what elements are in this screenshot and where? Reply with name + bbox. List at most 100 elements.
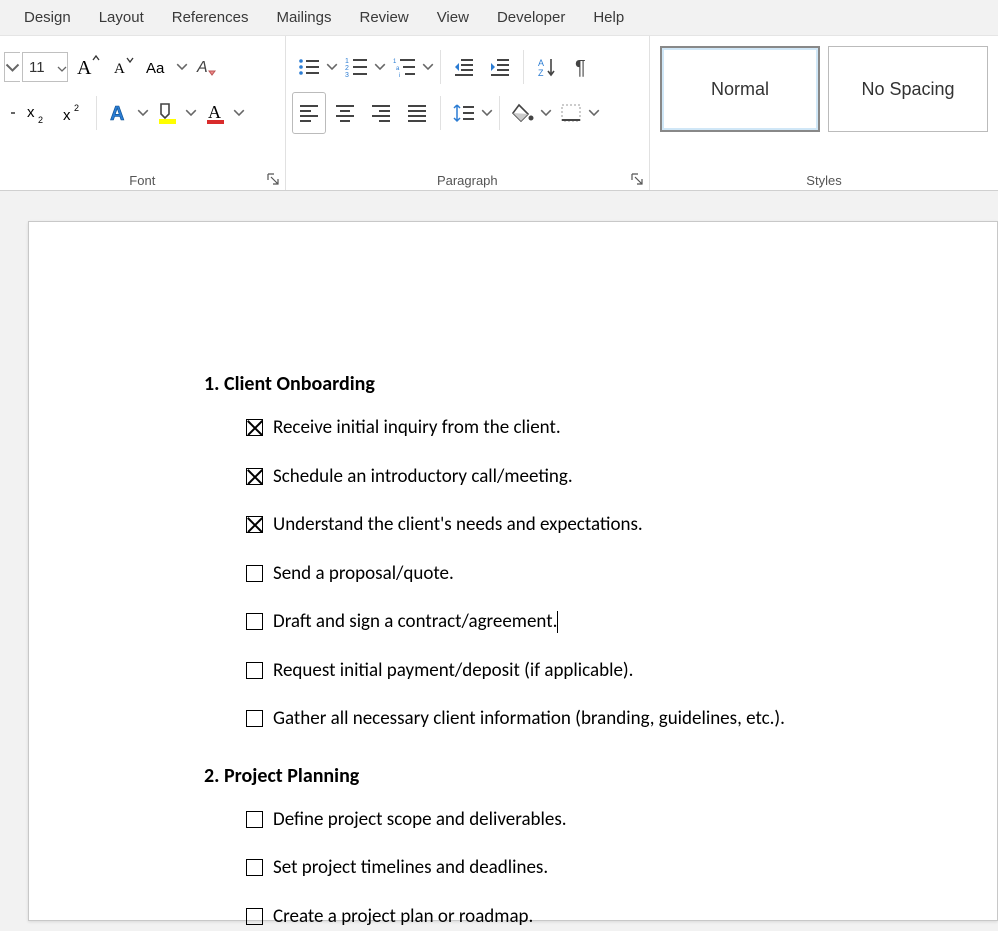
paragraph-dialog-launcher[interactable] (631, 172, 643, 184)
checkbox-icon[interactable] (246, 908, 263, 925)
text-effects-caret[interactable] (137, 109, 149, 116)
align-left-button[interactable] (292, 92, 326, 134)
show-paragraph-marks-button[interactable]: ¶ (566, 46, 600, 88)
styles-group-label: Styles (650, 169, 998, 190)
checklist-item-text[interactable]: Send a proposal/quote. (273, 560, 454, 589)
tab-help[interactable]: Help (579, 1, 638, 34)
subscript-button[interactable]: x2 (20, 92, 54, 134)
superscript-button[interactable]: x2 (56, 92, 90, 134)
tab-layout[interactable]: Layout (85, 1, 158, 34)
svg-text:2: 2 (38, 115, 43, 124)
decrease-indent-button[interactable] (447, 46, 481, 88)
checklist-item[interactable]: Draft and sign a contract/agreement. (204, 608, 937, 637)
tab-mailings[interactable]: Mailings (262, 1, 345, 34)
separator (96, 96, 97, 130)
line-spacing-button[interactable] (447, 92, 481, 134)
clear-formatting-button[interactable]: A (190, 46, 224, 88)
checklist-item[interactable]: Understand the client's needs and expect… (204, 511, 937, 540)
svg-text:i: i (399, 73, 400, 77)
checklist-item[interactable]: Request initial payment/deposit (if appl… (204, 657, 937, 686)
numbering-caret[interactable] (374, 63, 386, 70)
checkbox-icon[interactable] (246, 468, 263, 485)
ribbon-group-styles: NormalNo Spacing Styles (650, 36, 998, 190)
checkbox-icon[interactable] (246, 565, 263, 582)
checkbox-icon[interactable] (246, 710, 263, 727)
bullets-button[interactable] (292, 46, 326, 88)
bullets-caret[interactable] (326, 63, 338, 70)
font-group-label: Font (0, 169, 285, 190)
checkbox-icon[interactable] (246, 859, 263, 876)
svg-text:1: 1 (393, 59, 397, 65)
borders-caret[interactable] (588, 109, 600, 116)
text-effects-button[interactable]: A (103, 92, 137, 134)
checklist-item-text[interactable]: Gather all necessary client information … (273, 705, 785, 734)
svg-text:Z: Z (538, 68, 544, 77)
checkbox-icon[interactable] (246, 516, 263, 533)
checklist-item[interactable]: Send a proposal/quote. (204, 560, 937, 589)
highlight-button[interactable] (151, 92, 185, 134)
borders-button[interactable] (554, 92, 588, 134)
checklist-item[interactable]: Schedule an introductory call/meeting. (204, 463, 937, 492)
tab-developer[interactable]: Developer (483, 1, 579, 34)
svg-text:a: a (396, 66, 400, 72)
multilevel-list-button[interactable]: 1ai (388, 46, 422, 88)
font-name-dropdown-caret[interactable] (4, 52, 20, 82)
checklist-item[interactable]: Set project timelines and deadlines. (204, 854, 937, 883)
separator (440, 50, 441, 84)
increase-indent-button[interactable] (483, 46, 517, 88)
section-heading[interactable]: 1. Client Onboarding (204, 372, 937, 396)
checklist-item-text[interactable]: Set project timelines and deadlines. (273, 854, 548, 883)
increase-font-size-button[interactable]: A (70, 46, 104, 88)
checklist-item[interactable]: Receive initial inquiry from the client. (204, 414, 937, 443)
ribbon-group-font: 11 A A Aa A (0, 36, 286, 190)
font-size-input[interactable]: 11 (22, 52, 68, 82)
checklist-item-text[interactable]: Draft and sign a contract/agreement. (273, 608, 557, 637)
paragraph-group-label: Paragraph (286, 169, 649, 190)
checklist-item[interactable]: Define project scope and deliverables. (204, 806, 937, 835)
svg-text:3: 3 (345, 72, 349, 77)
font-color-caret[interactable] (233, 109, 245, 116)
change-case-caret[interactable] (176, 63, 188, 70)
font-size-caret[interactable] (57, 59, 67, 76)
page[interactable]: 1. Client Onboarding Receive initial inqu… (28, 221, 998, 921)
section-heading[interactable]: 2. Project Planning (204, 764, 937, 788)
checklist-item-text[interactable]: Create a project plan or roadmap. (273, 903, 533, 931)
checkbox-icon[interactable] (246, 419, 263, 436)
font-dialog-launcher[interactable] (267, 172, 279, 184)
checklist: Define project scope and deliverables. Se… (204, 806, 937, 931)
decrease-font-size-button[interactable]: A (106, 46, 140, 88)
checklist-item-text[interactable]: Schedule an introductory call/meeting. (273, 463, 573, 492)
checkbox-icon[interactable] (246, 811, 263, 828)
checklist-item-text[interactable]: Receive initial inquiry from the client. (273, 414, 561, 443)
numbering-button[interactable]: 123 (340, 46, 374, 88)
style-no-spacing[interactable]: No Spacing (828, 46, 988, 132)
tab-view[interactable]: View (423, 1, 483, 34)
shading-button[interactable] (506, 92, 540, 134)
align-center-button[interactable] (328, 92, 362, 134)
multilevel-caret[interactable] (422, 63, 434, 70)
checklist-item[interactable]: Create a project plan or roadmap. (204, 903, 937, 931)
style-normal[interactable]: Normal (660, 46, 820, 132)
checklist-item-text[interactable]: Request initial payment/deposit (if appl… (273, 657, 633, 686)
checkbox-icon[interactable] (246, 613, 263, 630)
separator (499, 96, 500, 130)
checkbox-icon[interactable] (246, 662, 263, 679)
tab-review[interactable]: Review (346, 1, 423, 34)
checklist-item-text[interactable]: Define project scope and deliverables. (273, 806, 567, 835)
highlight-caret[interactable] (185, 109, 197, 116)
svg-text:1: 1 (345, 58, 349, 65)
sort-button[interactable]: AZ (530, 46, 564, 88)
tab-references[interactable]: References (158, 1, 263, 34)
align-right-button[interactable] (364, 92, 398, 134)
font-color-button[interactable]: A (199, 92, 233, 134)
change-case-button[interactable]: Aa (142, 46, 176, 88)
svg-text:A: A (114, 61, 125, 77)
strikethrough-extra-button[interactable] (6, 92, 18, 134)
tab-design[interactable]: Design (10, 1, 85, 34)
svg-text:A: A (110, 103, 124, 125)
checklist-item[interactable]: Gather all necessary client information … (204, 705, 937, 734)
line-spacing-caret[interactable] (481, 109, 493, 116)
shading-caret[interactable] (540, 109, 552, 116)
checklist-item-text[interactable]: Understand the client's needs and expect… (273, 511, 643, 540)
justify-button[interactable] (400, 92, 434, 134)
